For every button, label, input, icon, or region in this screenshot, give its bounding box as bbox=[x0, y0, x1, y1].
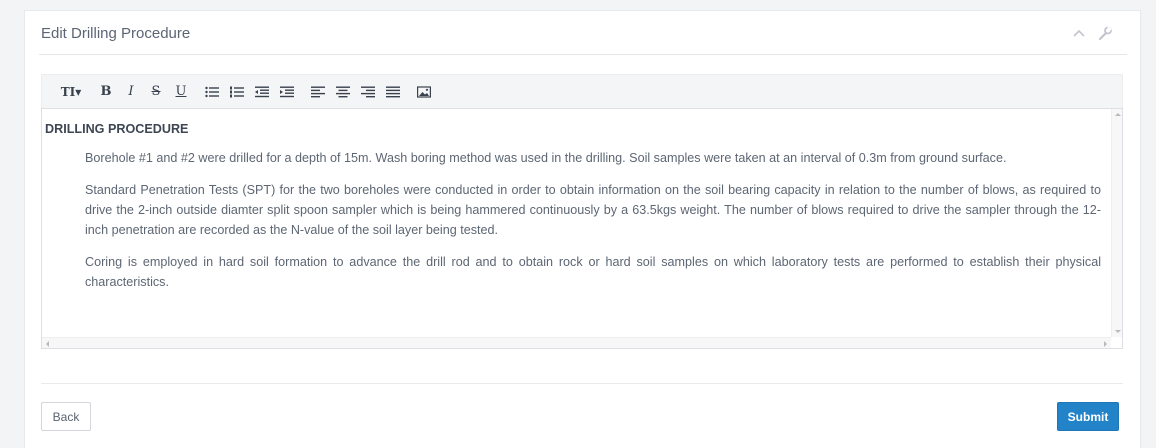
align-left-icon[interactable] bbox=[307, 82, 329, 102]
vertical-scrollbar[interactable] bbox=[1111, 109, 1122, 337]
font-size-icon[interactable]: TI▾ bbox=[56, 82, 86, 102]
scroll-down-icon[interactable] bbox=[1115, 330, 1121, 333]
align-center-icon[interactable] bbox=[332, 82, 354, 102]
rich-text-editor[interactable]: DRILLING PROCEDURE Borehole #1 and #2 we… bbox=[41, 108, 1123, 349]
underline-icon[interactable]: U bbox=[170, 82, 192, 102]
footer-divider bbox=[41, 383, 1123, 384]
panel-header: Edit Drilling Procedure bbox=[39, 11, 1127, 55]
italic-icon[interactable]: I bbox=[120, 82, 142, 102]
editor-toolbar: TI▾ B I S U bbox=[41, 74, 1123, 108]
align-right-icon[interactable] bbox=[357, 82, 379, 102]
editor-content[interactable]: DRILLING PROCEDURE Borehole #1 and #2 we… bbox=[42, 109, 1111, 337]
editor-heading: DRILLING PROCEDURE bbox=[45, 122, 189, 136]
strikethrough-icon[interactable]: S bbox=[145, 82, 167, 102]
scroll-right-icon[interactable] bbox=[1104, 341, 1107, 347]
insert-image-icon[interactable] bbox=[413, 82, 435, 102]
indent-icon[interactable] bbox=[276, 82, 298, 102]
editor-paragraph: Coring is employed in hard soil formatio… bbox=[85, 255, 1101, 289]
submit-button[interactable]: Submit bbox=[1057, 402, 1119, 431]
bold-icon[interactable]: B bbox=[95, 82, 117, 102]
outdent-icon[interactable] bbox=[251, 82, 273, 102]
numbered-list-icon[interactable] bbox=[226, 82, 248, 102]
scroll-left-icon[interactable] bbox=[46, 341, 49, 347]
editor-paragraph: Standard Penetration Tests (SPT) for the… bbox=[85, 183, 1101, 237]
back-button[interactable]: Back bbox=[41, 402, 91, 431]
scroll-up-icon[interactable] bbox=[1115, 113, 1121, 116]
edit-panel: Edit Drilling Procedure TI▾ B I S U DRIL… bbox=[24, 10, 1141, 448]
justify-icon[interactable] bbox=[382, 82, 404, 102]
bulleted-list-icon[interactable] bbox=[201, 82, 223, 102]
chevron-up-icon[interactable] bbox=[1071, 25, 1087, 41]
panel-tools bbox=[1065, 25, 1113, 43]
editor-paragraph: Borehole #1 and #2 were drilled for a de… bbox=[85, 151, 1007, 165]
horizontal-scrollbar[interactable] bbox=[42, 337, 1111, 348]
wrench-icon[interactable] bbox=[1097, 25, 1113, 41]
panel-title: Edit Drilling Procedure bbox=[41, 25, 191, 42]
